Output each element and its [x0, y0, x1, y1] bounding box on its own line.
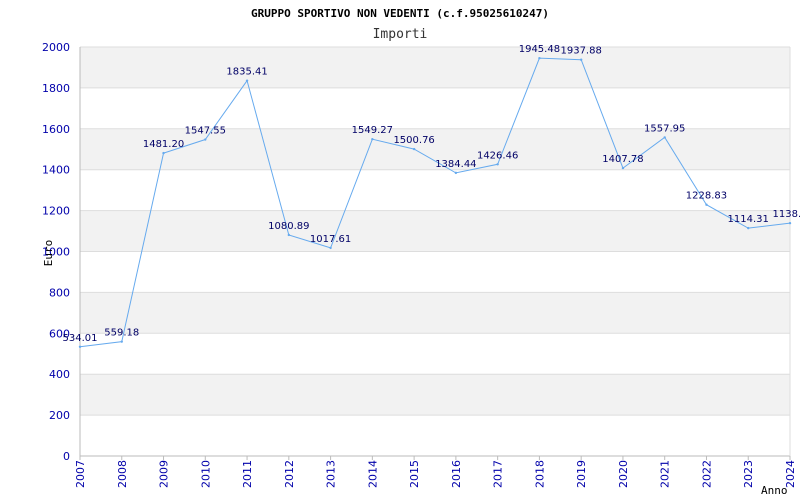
x-tick-label: 2023: [742, 460, 755, 488]
data-label: 1557.95: [644, 123, 685, 134]
data-point: [454, 171, 458, 175]
x-tick-label: 2012: [283, 460, 296, 488]
data-label: 1080.89: [268, 221, 309, 232]
y-tick-label: 200: [49, 409, 70, 422]
data-label: 1481.20: [143, 139, 184, 150]
y-tick-label: 1200: [42, 205, 70, 218]
data-label: 1547.55: [185, 126, 226, 137]
x-tick-label: 2017: [492, 460, 505, 488]
data-label: 1500.76: [393, 135, 434, 146]
data-point: [371, 137, 374, 141]
data-point: [329, 246, 332, 250]
data-label: 1835.41: [226, 67, 267, 78]
x-tick-label: 2011: [241, 460, 254, 488]
data-label: 1017.61: [310, 234, 351, 245]
x-tick-label: 2016: [450, 460, 463, 488]
y-tick-label: 1600: [42, 123, 70, 136]
y-tick-label: 0: [63, 450, 70, 463]
data-label: 534.01: [63, 333, 98, 344]
data-label: 1228.83: [686, 191, 727, 202]
data-point: [204, 138, 207, 141]
data-point: [705, 203, 708, 206]
data-point: [162, 151, 165, 155]
data-label: 1945.48: [519, 44, 560, 55]
data-label: 1426.46: [477, 150, 518, 161]
x-tick-label: 2013: [325, 460, 338, 488]
x-axis-label: Anno: [761, 484, 788, 497]
chart-subtitle: Importi: [373, 27, 428, 42]
x-tick-label: 2018: [533, 460, 546, 488]
y-tick-label: 1400: [42, 164, 70, 177]
plot-band: [80, 333, 790, 375]
y-tick-label: 400: [49, 368, 70, 381]
data-label: 1407.78: [602, 154, 643, 165]
x-tick-label: 2022: [700, 460, 713, 488]
data-point: [621, 166, 625, 170]
plot-band: [80, 169, 790, 211]
data-label: 1937.88: [560, 46, 601, 57]
x-tick-label: 2009: [158, 460, 171, 488]
plot-band: [80, 251, 790, 293]
data-point: [538, 56, 541, 60]
data-point: [245, 79, 249, 82]
data-point: [747, 226, 750, 230]
plot-band: [80, 47, 790, 88]
y-tick-label: 1800: [42, 82, 70, 95]
data-point: [287, 233, 291, 237]
chart-title: GRUPPO SPORTIVO NON VEDENTI (c.f.9502561…: [251, 7, 549, 20]
plot-band: [80, 374, 790, 416]
y-axis-label: Euro: [42, 240, 55, 267]
plot-band: [80, 210, 790, 252]
x-tick-label: 2021: [659, 460, 672, 488]
x-axis-ticks: 2007 2008 2009 2010 2011 2012 2013 2014 2015 2016…: [74, 456, 797, 488]
x-tick-label: 2008: [116, 460, 129, 488]
y-tick-label: 2000: [42, 41, 70, 54]
data-label: 1549.27: [352, 125, 393, 136]
plot-band: [80, 292, 790, 334]
x-tick-label: 2010: [199, 460, 212, 488]
x-tick-label: 2014: [366, 460, 379, 488]
x-tick-label: 2019: [575, 460, 588, 488]
x-tick-label: 2007: [74, 460, 87, 488]
data-label: 1384.44: [435, 159, 476, 170]
plot-band: [80, 415, 790, 456]
data-point: [412, 147, 416, 151]
data-point: [120, 340, 123, 343]
data-point: [579, 58, 583, 61]
x-tick-label: 2020: [617, 460, 630, 488]
data-label: 1138.6: [773, 209, 800, 220]
data-label: 559.18: [104, 328, 139, 339]
line-chart: GRUPPO SPORTIVO NON VEDENTI (c.f.9502561…: [42, 7, 800, 497]
y-tick-label: 800: [49, 286, 70, 299]
data-point: [78, 345, 82, 348]
data-point: [496, 163, 499, 166]
data-label: 1114.31: [728, 214, 769, 225]
data-point: [663, 136, 666, 139]
data-point: [788, 221, 792, 225]
x-tick-label: 2015: [408, 460, 421, 488]
